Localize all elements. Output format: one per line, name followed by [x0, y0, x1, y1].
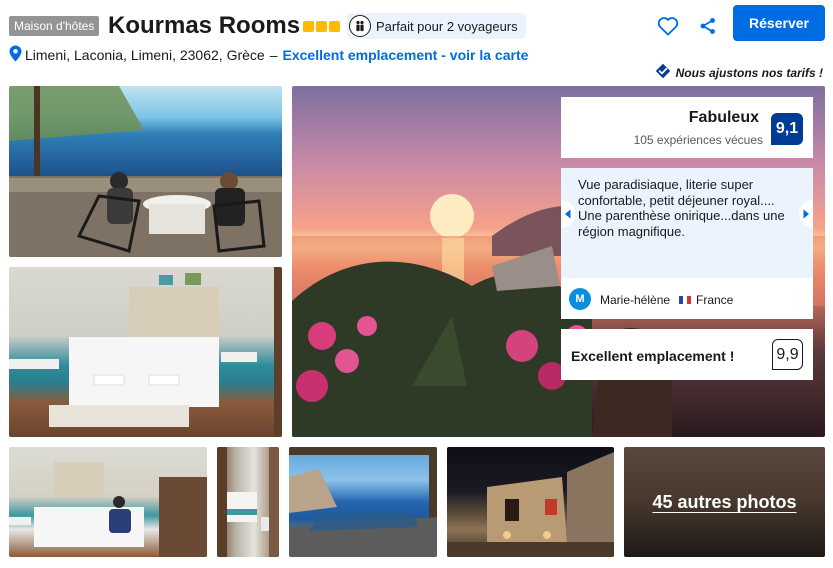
- address-separator: –: [269, 47, 278, 63]
- reviewer-info: M Marie-hélène France: [561, 278, 813, 319]
- reviewer-country: France: [696, 293, 734, 307]
- photo-room-corner[interactable]: [217, 447, 279, 557]
- review-text: Vue paradisiaque, literie super conforta…: [578, 177, 785, 239]
- photo-bedroom-art: [9, 267, 282, 437]
- location-score-card[interactable]: Excellent emplacement ! 9,9: [561, 329, 813, 380]
- more-photos-overlay[interactable]: 45 autres photos: [624, 447, 825, 557]
- rating-summary[interactable]: Fabuleux 105 expériences vécues 9,1: [561, 97, 813, 158]
- rating-word: Fabuleux: [688, 109, 759, 126]
- location-score: 9,9: [772, 339, 803, 370]
- price-promise[interactable]: Nous ajustons nos tarifs !: [655, 63, 823, 82]
- location-label: Excellent emplacement !: [571, 348, 735, 364]
- more-photos-link[interactable]: 45 autres photos: [652, 492, 796, 513]
- photo-more-tile[interactable]: 45 autres photos: [624, 447, 825, 557]
- star-rating: [303, 21, 340, 32]
- photo-terrace-breakfast[interactable]: [9, 86, 282, 257]
- people-icon: [349, 15, 371, 37]
- chevron-right-icon: [803, 209, 809, 219]
- price-promise-label: Nous ajustons nos tarifs !: [675, 65, 823, 80]
- photo-bedroom[interactable]: [9, 267, 282, 437]
- header-actions: Réserver: [653, 5, 825, 41]
- travellers-badge: Parfait pour 2 voyageurs: [347, 13, 526, 39]
- review-count: 105 expériences vécues: [633, 133, 763, 147]
- map-link[interactable]: Excellent emplacement - voir la carte: [283, 47, 529, 63]
- photo-sea-view-art: [289, 447, 437, 557]
- property-header: Maison d'hôtes Kourmas Rooms Parfait pou…: [9, 5, 825, 41]
- travellers-label: Parfait pour 2 voyageurs: [376, 18, 518, 34]
- prev-review-button[interactable]: [561, 200, 575, 228]
- featured-review: Vue paradisiaque, literie super conforta…: [561, 168, 813, 278]
- price-match-icon: [655, 63, 671, 82]
- photo-night-exterior[interactable]: [447, 447, 614, 557]
- avatar: M: [569, 288, 591, 310]
- share-icon[interactable]: [693, 11, 723, 41]
- next-review-button[interactable]: [799, 200, 813, 228]
- reviewer-name: Marie-hélène: [600, 293, 671, 307]
- star-icon: [316, 21, 327, 32]
- photo-night-exterior-art: [447, 452, 614, 557]
- chevron-left-icon: [565, 209, 571, 219]
- photo-terrace-art: [9, 86, 282, 257]
- map-pin-icon: [9, 45, 22, 65]
- photo-room-corner-art: [217, 447, 279, 557]
- france-flag-icon: [679, 296, 691, 304]
- star-icon: [303, 21, 314, 32]
- reserve-button[interactable]: Réserver: [733, 5, 825, 41]
- star-icon: [329, 21, 340, 32]
- photo-bedroom-guest-art: [9, 462, 207, 557]
- photo-bedroom-guest[interactable]: [9, 447, 207, 557]
- address-row: Limeni, Laconia, Limeni, 23062, Grèce – …: [9, 45, 528, 65]
- address-text: Limeni, Laconia, Limeni, 23062, Grèce: [25, 47, 265, 63]
- score-badge: 9,1: [771, 113, 803, 145]
- photo-sea-view[interactable]: [289, 447, 437, 557]
- property-type-badge: Maison d'hôtes: [9, 16, 100, 36]
- heart-icon[interactable]: [653, 11, 683, 41]
- hotel-title: Kourmas Rooms: [108, 12, 301, 39]
